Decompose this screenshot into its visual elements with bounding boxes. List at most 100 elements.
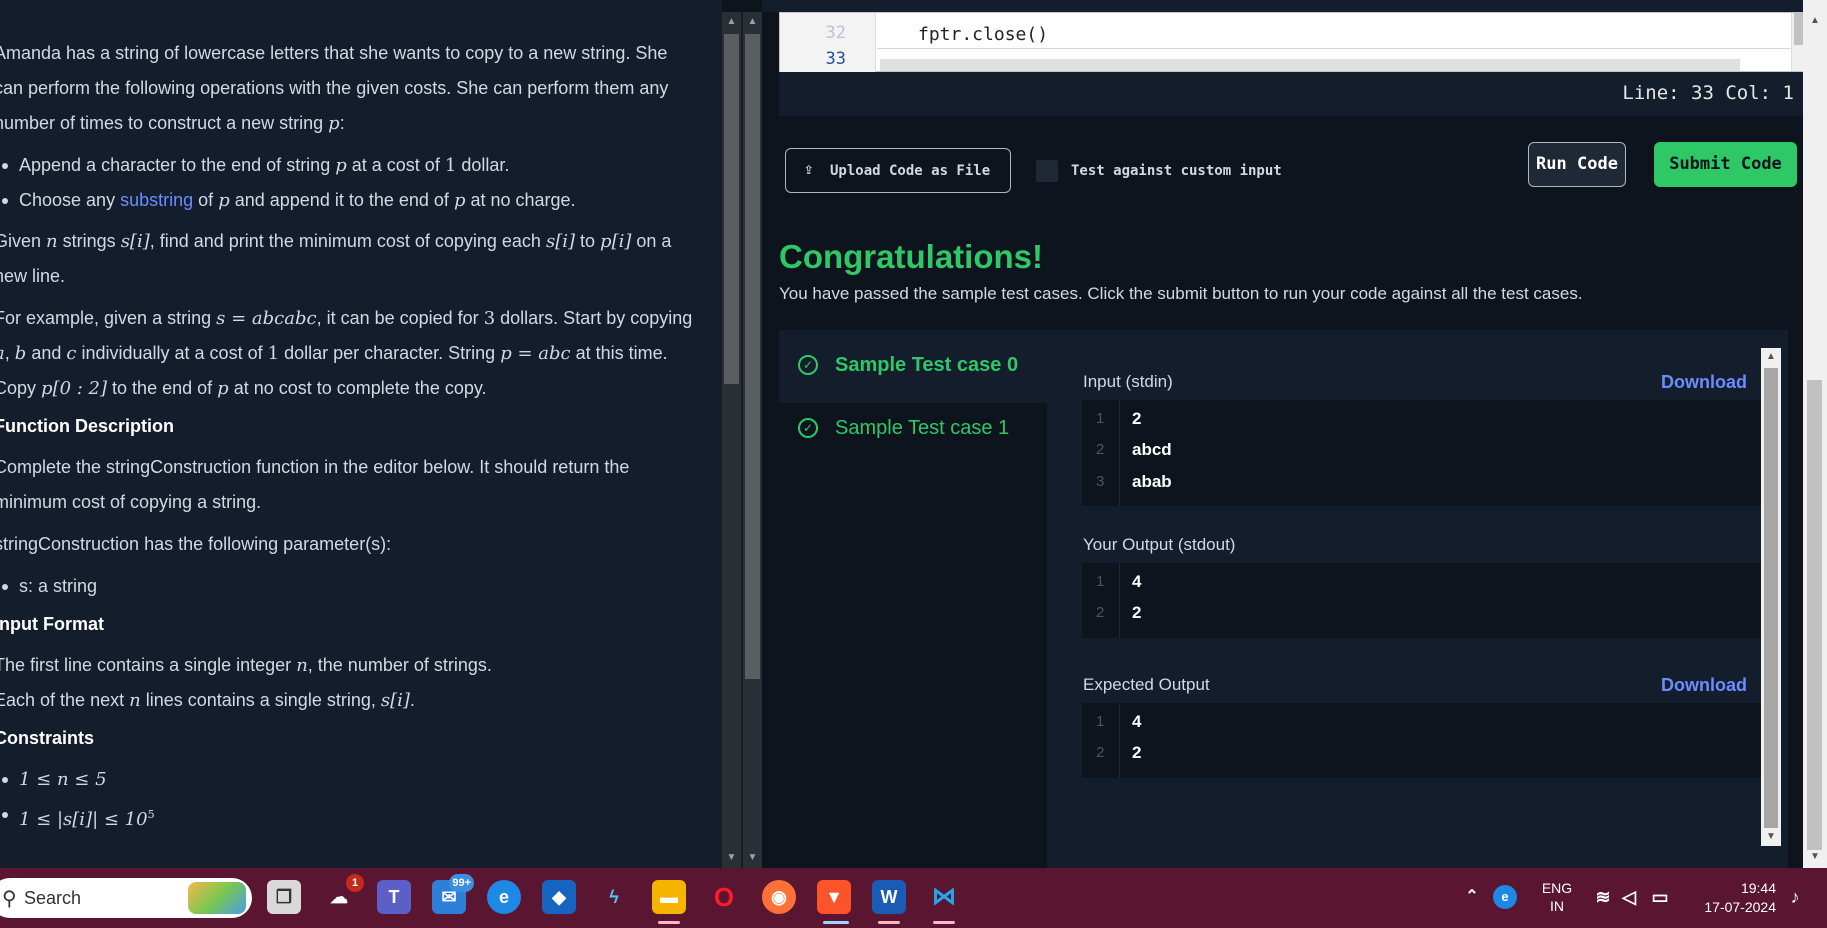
op2-text-d: at no charge.	[470, 190, 576, 210]
vscode-icon[interactable]: ⋈	[927, 880, 961, 914]
results-scroll-thumb[interactable]	[1764, 368, 1778, 828]
clock-date: 17-07-2024	[1704, 899, 1776, 915]
params-list: s: a string	[0, 569, 700, 604]
example-text: at no cost to complete the copy.	[233, 378, 487, 398]
output-title: Your Output (stdout)	[1083, 535, 1236, 554]
input-text: .	[409, 690, 415, 710]
word-icon[interactable]: W	[872, 880, 906, 914]
custom-input-label[interactable]: Test against custom input	[1071, 163, 1282, 179]
math-var: s[i]	[120, 231, 150, 252]
page-scrollbar[interactable]: ▲ ▼	[1803, 0, 1827, 868]
given-text-a: Given	[0, 231, 42, 251]
weather-icon[interactable]: ☁ 1	[322, 874, 364, 914]
function-description-heading: Function Description	[0, 416, 174, 436]
task-view-icon[interactable]: ❐	[267, 880, 301, 914]
open-app-indicator	[658, 921, 680, 924]
editor-horizontal-scrollbar[interactable]	[880, 59, 1740, 71]
example-text: For example, given a string	[0, 308, 212, 328]
edge-icon[interactable]: e	[487, 880, 521, 914]
params-intro: stringConstruction has the following par…	[0, 534, 392, 554]
taskbar: ⚲ Search ❐ ☁ 1 T ✉ 99+ e ◆ ϟ ▬ O ◉ ▼ W ⋈ ⌃…	[0, 868, 1827, 928]
constraints-list: 1 ≤ n ≤ 5 1 ≤ |s[i]| ≤ 105	[0, 762, 700, 837]
math-num: 1	[444, 155, 457, 176]
input-text: The first line contains a single integer	[0, 655, 292, 675]
upload-code-button[interactable]: ⇪ Upload Code as File	[785, 148, 1011, 193]
op1-text-c: dollar.	[461, 155, 510, 175]
line-number: 32	[825, 23, 846, 43]
chevron-up-icon[interactable]: ⌃	[1455, 880, 1489, 914]
results-scrollbar[interactable]: ▲ ▼	[1761, 348, 1781, 846]
test-case-tab-1[interactable]: ✓ Sample Test case 1	[779, 393, 1047, 466]
editor-status-bar: Line: 33 Col: 1	[779, 72, 1806, 116]
lang-region: IN	[1550, 898, 1564, 914]
scroll-down-icon[interactable]: ▼	[743, 850, 762, 866]
lang-code: ENG	[1541, 880, 1573, 896]
output-box: 14 22	[1082, 563, 1777, 638]
wifi-icon[interactable]: ≋	[1590, 880, 1616, 914]
io-line-num: 1	[1096, 713, 1105, 730]
math-var: p	[217, 378, 229, 399]
file-explorer-icon[interactable]: ▬	[652, 880, 686, 914]
constraint-length: 1 ≤ |s[i]| ≤ 105	[0, 797, 700, 837]
mail-icon[interactable]: ✉ 99+	[432, 874, 474, 914]
teams-icon[interactable]: T	[377, 880, 411, 914]
dropbox-icon[interactable]: ◆	[542, 880, 576, 914]
search-highlight-image	[188, 882, 246, 914]
upload-icon: ⇪	[804, 159, 814, 178]
problem-scrollbars: ▲ ▼ ▲ ▼	[722, 12, 762, 868]
problem-example: For example, given a string s = abcabc, …	[0, 301, 700, 406]
code-line[interactable]: fptr.close()	[918, 24, 1048, 45]
pane-scrollbar-thumb[interactable]	[745, 34, 760, 679]
example-text: individually at a cost of	[81, 343, 263, 363]
result-message: You have passed the sample test cases. C…	[779, 284, 1583, 303]
battery-icon[interactable]: ▭	[1648, 880, 1672, 914]
example-text: to the end of	[112, 378, 213, 398]
math-var: p[i]	[600, 231, 632, 252]
app-icon[interactable]: ϟ	[597, 880, 631, 914]
download-expected-link[interactable]: Download	[1661, 675, 1747, 696]
op2-text-b: of	[198, 190, 214, 210]
run-code-button[interactable]: Run Code	[1528, 142, 1626, 187]
problem-statement-pane: Amanda has a string of lowercase letters…	[0, 0, 722, 868]
scroll-up-icon[interactable]: ▲	[722, 14, 741, 30]
brave-icon[interactable]: ▼	[817, 880, 851, 914]
problem-intro: Amanda has a string of lowercase letters…	[0, 36, 700, 141]
volume-icon[interactable]: ◁	[1617, 880, 1641, 914]
edge-tray-icon[interactable]: e	[1493, 885, 1517, 909]
taskbar-search[interactable]: ⚲ Search	[0, 878, 252, 918]
code-editor[interactable]: 32 33 fptr.close()	[779, 12, 1807, 73]
io-value: 2	[1132, 743, 1142, 762]
system-clock[interactable]: 19:44 17-07-2024	[1676, 879, 1776, 917]
line-number-current: 33	[825, 49, 846, 69]
download-input-link[interactable]: Download	[1661, 372, 1747, 393]
io-value: 2	[1132, 409, 1142, 428]
problem-scrollbar-thumb[interactable]	[724, 34, 739, 384]
math-num: 1	[267, 343, 280, 364]
math-expr: p = abc	[500, 343, 571, 364]
firefox-icon[interactable]: ◉	[762, 880, 796, 914]
editor-actions: ⇪ Upload Code as File Test against custo…	[762, 116, 1827, 226]
math-expr: 1 ≤ |s[i]| ≤ 10	[19, 809, 148, 830]
scroll-down-icon[interactable]: ▼	[722, 850, 741, 866]
result-title: Congratulations!	[779, 238, 1043, 275]
scroll-down-icon[interactable]: ▼	[1761, 828, 1781, 846]
scroll-down-icon[interactable]: ▼	[1803, 848, 1827, 866]
screen: Amanda has a string of lowercase letters…	[0, 0, 1827, 928]
math-var: p	[328, 113, 340, 134]
scroll-up-icon[interactable]: ▲	[1761, 348, 1781, 366]
math-exponent: 5	[147, 808, 155, 821]
substring-link[interactable]: substring	[120, 190, 193, 210]
scroll-up-icon[interactable]: ▲	[743, 14, 762, 30]
submit-code-button[interactable]: Submit Code	[1654, 142, 1797, 187]
math-var: b	[14, 343, 27, 364]
math-var: n	[129, 690, 141, 711]
io-line-num: 1	[1096, 410, 1105, 427]
custom-input-checkbox[interactable]	[1036, 160, 1058, 182]
constraint-n: 1 ≤ n ≤ 5	[0, 762, 700, 797]
page-scroll-thumb[interactable]	[1807, 380, 1822, 850]
opera-icon[interactable]: O	[707, 880, 741, 914]
scroll-up-icon[interactable]: ▲	[1803, 12, 1827, 30]
io-value: abcd	[1132, 440, 1172, 459]
io-value: 2	[1132, 603, 1142, 622]
notification-bell-icon[interactable]: ♪	[1782, 880, 1808, 914]
